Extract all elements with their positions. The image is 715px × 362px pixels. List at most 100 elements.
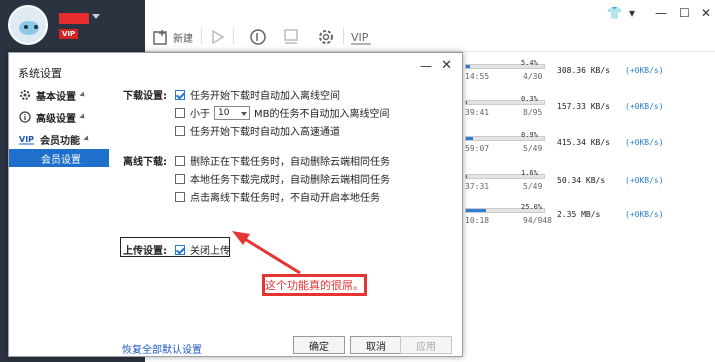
user-avatar[interactable] [8,5,48,45]
nav-basic-settings[interactable]: 基本设置 [9,85,109,105]
download-progress-fill [466,137,473,140]
download-percent: 8.9% [521,131,538,139]
disable-upload-checkbox[interactable] [175,244,185,255]
download-settings-label: 下载设置: [123,91,167,102]
delete-cloud-on-complete-checkbox[interactable] [175,173,185,184]
download-file-count: 5/49 [523,144,543,153]
upload-speed: (+0KB/s) [625,138,664,147]
nav-member-settings[interactable]: 会员设置 [9,149,109,167]
info-icon [19,111,31,123]
high-speed-checkbox[interactable] [175,125,185,136]
upload-speed: (+0KB/s) [625,176,664,185]
dialog-title: 系统设置 [18,67,62,80]
download-row[interactable]: 1.6% 37:31 5/49 50.34 KB/s (+0KB/s) [465,169,715,192]
close-icon[interactable]: ✕ [701,6,711,20]
no-auto-local-option[interactable]: 点击离线下载任务时，不自动开启本地任务 [175,189,380,204]
vip-badge[interactable]: VIP [59,29,79,39]
download-remaining-time: 10:18 [465,216,490,225]
expand-icon [83,135,91,143]
upload-speed: (+0KB/s) [625,210,664,219]
download-progress-fill [466,65,471,68]
high-speed-option[interactable]: 任务开始下载时自动加入高速通道 [175,123,340,138]
skin-icon[interactable]: 👕 [607,6,622,20]
new-task-icon [153,30,167,45]
new-task-label: 新建 [173,33,193,45]
annotation-note: 这个功能真的很屌。 [262,274,367,296]
minimize-icon[interactable]: — [655,6,667,20]
size-threshold-suffix: MB的任务不自动加入离线空间 [254,109,390,120]
settings-dialog: 系统设置 — ✕ 基本设置 高级设置 VIP 会员功能 会员设置 下载设置: 任… [8,52,463,357]
download-speed: 415.34 KB/s [557,138,610,147]
vip-badge-label: VIP [62,30,76,38]
nav-advanced-settings[interactable]: 高级设置 [9,107,109,127]
size-threshold-prefix: 小于 [190,109,210,120]
size-threshold-select[interactable]: 10 [214,105,250,120]
delete-cloud-on-complete-option[interactable]: 本地任务下载完成时，自动删除云端相同任务 [175,171,390,186]
download-row[interactable]: 25.0% 10:18 94/948 2.35 MB/s (+0KB/s) [465,203,715,226]
download-file-count: 5/49 [523,182,543,191]
offline-settings-label: 离线下载: [123,157,167,168]
download-speed: 308.36 KB/s [557,66,610,75]
disable-upload-label: 关闭上传 [190,246,230,257]
download-row[interactable]: 8.9% 59:07 5/49 415.34 KB/s (+0KB/s) [465,131,715,154]
new-task-button[interactable]: 新建 [153,26,193,48]
download-remaining-time: 14:55 [465,72,490,81]
download-percent: 25.0% [521,203,543,211]
cancel-button[interactable]: 取消 [350,336,402,354]
maximize-icon[interactable]: ☐ [679,6,690,20]
download-progress-fill [466,175,468,178]
storage-icon [284,29,298,44]
vip-icon: VIP [19,135,34,145]
svg-text:VIP: VIP [19,135,34,144]
no-auto-local-checkbox[interactable] [175,191,185,202]
size-threshold-checkbox[interactable] [175,107,185,118]
download-percent: 5.4% [521,59,538,67]
settings-nav: 基本设置 高级设置 VIP 会员功能 会员设置 [9,85,109,357]
auto-offline-checkbox[interactable] [175,89,185,100]
auto-offline-option[interactable]: 任务开始下载时自动加入离线空间 [175,87,340,102]
download-file-count: 94/948 [523,216,552,225]
size-threshold-option[interactable]: 小于 10 MB的任务不自动加入离线空间 [175,105,390,120]
download-remaining-time: 59:07 [465,144,490,153]
settings-button[interactable] [317,26,335,48]
nav-advanced-label: 高级设置 [36,113,76,125]
storage-button[interactable] [283,26,299,48]
annotation-text: 这个功能真的很屌。 [265,279,364,292]
no-auto-local-label: 点击离线下载任务时，不自动开启本地任务 [190,193,380,204]
delete-cloud-on-delete-checkbox[interactable] [175,155,185,166]
menu-icon[interactable]: ▾ [629,6,635,20]
nav-member-label: 会员功能 [40,135,80,147]
download-remaining-time: 39:41 [465,108,490,117]
app-toolbar: 新建 VIP 👕 ▾ — ☐ ✕ [145,0,715,52]
vip-button[interactable]: VIP [351,26,373,48]
apply-button[interactable]: 应用 [400,336,452,354]
upload-settings-label: 上传设置: [123,246,167,257]
download-row[interactable]: 0.3% 39:41 8/95 157.33 KB/s (+0KB/s) [465,95,715,118]
ok-button[interactable]: 确定 [293,336,345,354]
nav-basic-label: 基本设置 [36,91,76,103]
expand-icon [79,91,87,99]
dialog-close-icon[interactable]: ✕ [441,58,452,73]
nav-member-features[interactable]: VIP 会员功能 [9,129,109,149]
nav-member-settings-label: 会员设置 [41,154,81,166]
download-remaining-time: 37:31 [465,182,490,191]
svg-text:VIP: VIP [351,31,369,44]
download-percent: 0.3% [521,95,538,103]
download-progress-fill [466,209,486,212]
delete-cloud-on-delete-option[interactable]: 删除正在下载任务时，自动删除云端相同任务 [175,153,390,168]
upload-speed: (+0KB/s) [625,102,664,111]
username-redacted[interactable] [59,13,89,24]
user-menu-chevron-icon[interactable] [92,14,100,19]
download-row[interactable]: 5.4% 14:55 4/30 308.36 KB/s (+0KB/s) [465,59,715,82]
expand-icon [79,113,87,121]
gear-icon [20,90,30,100]
speed-limit-button[interactable] [249,26,267,48]
play-button[interactable] [211,26,225,48]
dialog-minimize-icon[interactable]: — [420,59,432,73]
delete-cloud-on-delete-label: 删除正在下载任务时，自动删除云端相同任务 [190,157,390,168]
disable-upload-option[interactable]: 关闭上传 [175,242,230,257]
download-percent: 1.6% [521,169,538,177]
auto-offline-label: 任务开始下载时自动加入离线空间 [190,91,340,102]
reset-defaults-link[interactable]: 恢复全部默认设置 [122,341,202,356]
gear-icon [319,30,333,44]
